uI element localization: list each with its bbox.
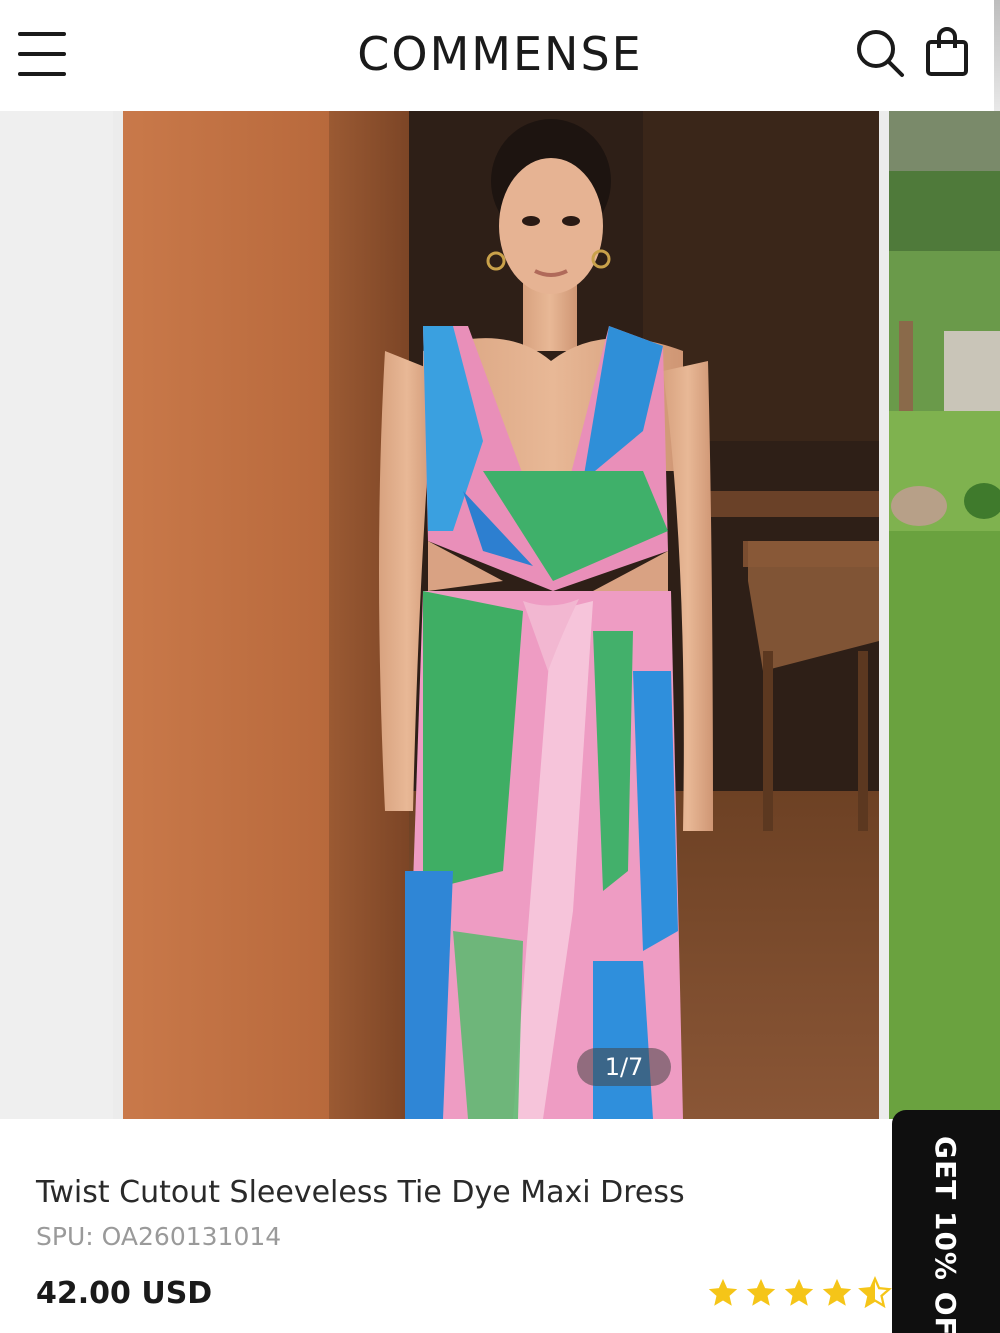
previous-slide[interactable] bbox=[0, 111, 113, 1119]
product-info: Twist Cutout Sleeveless Tie Dye Maxi Dre… bbox=[0, 1119, 1000, 1333]
menu-line bbox=[18, 32, 66, 36]
star-full-icon bbox=[746, 1278, 776, 1306]
product-image-carousel[interactable]: 1/7 bbox=[0, 111, 1000, 1119]
product-title: Twist Cutout Sleeveless Tie Dye Maxi Dre… bbox=[36, 1175, 685, 1210]
discount-tab-label: GET 10% OFF bbox=[929, 1136, 962, 1333]
product-spu: SPU: OA260131014 bbox=[36, 1222, 281, 1251]
next-slide[interactable] bbox=[889, 111, 1000, 1119]
product-photo bbox=[123, 111, 879, 1119]
star-full-icon bbox=[822, 1278, 852, 1306]
spu-label: SPU: bbox=[36, 1222, 94, 1251]
search-icon-graphic bbox=[857, 30, 904, 77]
product-image-main[interactable]: 1/7 bbox=[123, 111, 879, 1119]
menu-icon[interactable] bbox=[14, 28, 70, 82]
menu-line bbox=[18, 52, 66, 56]
image-pager: 1/7 bbox=[577, 1048, 671, 1086]
spu-value: OA260131014 bbox=[101, 1222, 282, 1251]
discount-tab[interactable]: GET 10% OFF bbox=[892, 1110, 1000, 1333]
star-half-icon bbox=[858, 1276, 892, 1309]
scrollbar[interactable] bbox=[994, 0, 1000, 111]
brand-logo[interactable]: COMMENSE bbox=[300, 22, 700, 86]
site-header: COMMENSE bbox=[0, 0, 1000, 111]
next-slide-photo bbox=[889, 111, 1000, 1119]
shopping-bag-icon-graphic bbox=[926, 27, 968, 76]
shopping-bag-icon[interactable] bbox=[922, 24, 972, 78]
menu-line bbox=[18, 72, 66, 76]
star-full-icon bbox=[708, 1278, 738, 1306]
product-price: 42.00 USD bbox=[36, 1276, 213, 1311]
rating-stars[interactable] bbox=[706, 1276, 892, 1312]
star-full-icon bbox=[784, 1278, 814, 1306]
search-icon[interactable] bbox=[853, 26, 907, 80]
